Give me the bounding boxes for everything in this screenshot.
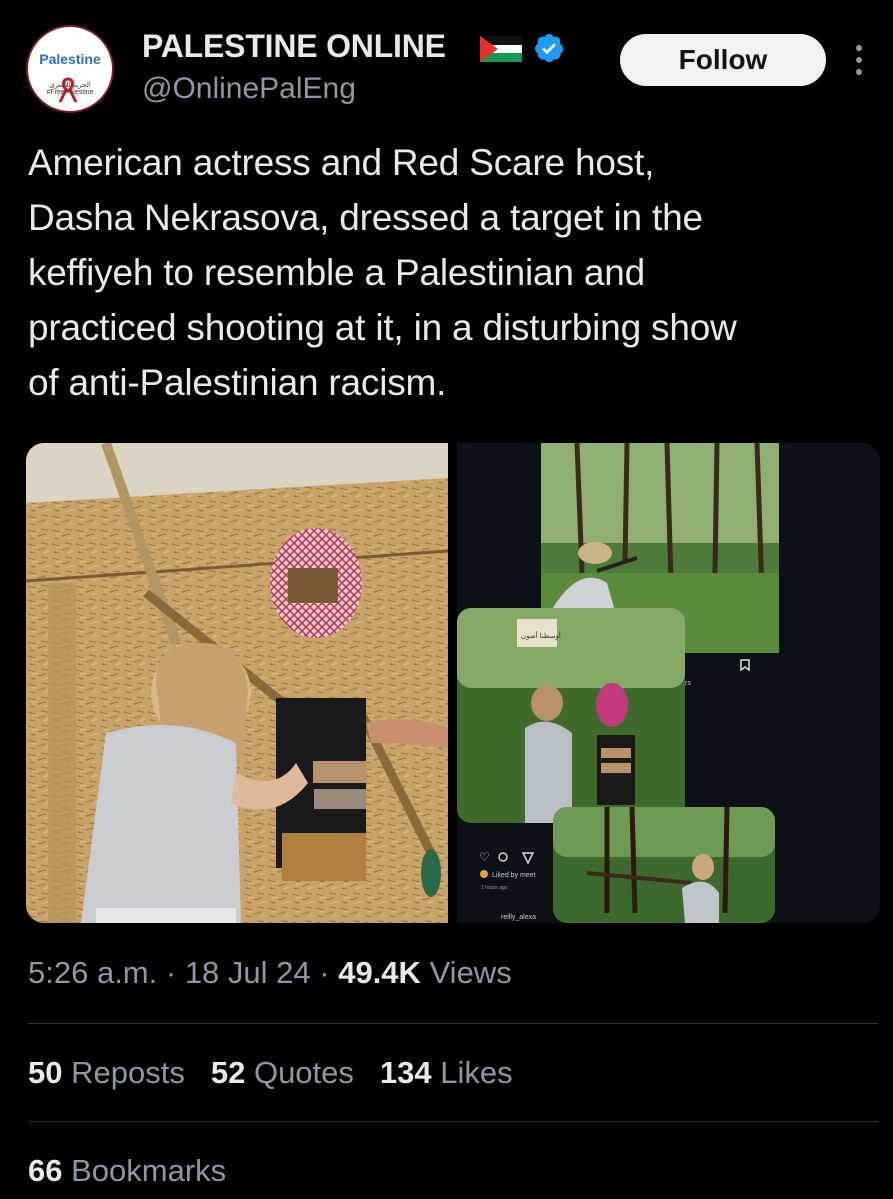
engagement-stats: 50 Reposts 52 Quotes 134 Likes xyxy=(28,1055,539,1091)
reposts-label: Reposts xyxy=(71,1055,185,1090)
quotes-stat[interactable]: 52 Quotes xyxy=(211,1055,354,1091)
bookmarks-label: Bookmarks xyxy=(71,1153,227,1188)
tweet-meta: 5:26 a.m. · 18 Jul 24 · 49.4K Views xyxy=(28,955,512,991)
avatar[interactable]: Palestine الحرية للأسرى #FreePalestine xyxy=(26,25,114,113)
bookmarks-stat[interactable]: 66 Bookmarks xyxy=(28,1153,226,1189)
avatar-subtext: الحرية للأسرى #FreePalestine xyxy=(46,82,94,96)
tweet-header: Palestine الحرية للأسرى #FreePalestine P… xyxy=(0,0,893,120)
more-options-icon[interactable] xyxy=(848,40,870,80)
divider xyxy=(28,1121,878,1122)
views-count: 49.4K xyxy=(338,955,421,990)
views-label: Views xyxy=(429,955,512,990)
ig-commenter: reilly_alexa xyxy=(501,914,536,921)
reposts-stat[interactable]: 50 Reposts xyxy=(28,1055,185,1091)
divider xyxy=(28,1023,878,1024)
palestine-flag-icon xyxy=(480,36,522,62)
likes-stat[interactable]: 134 Likes xyxy=(380,1055,513,1091)
ig-edge-text: rs xyxy=(685,680,691,687)
tweet-date[interactable]: 18 Jul 24 xyxy=(185,955,311,990)
quotes-count: 52 xyxy=(210,1055,246,1090)
bookmarks-count: 66 xyxy=(28,1153,63,1188)
avatar-logo-text: Palestine xyxy=(39,51,101,67)
media-grid: rs أوسطنا أصون ♡ Liked by meet 2 hours a… xyxy=(26,443,880,923)
tweet-text-line: American actress and Red Scare host, xyxy=(28,142,655,183)
tweet-text-line: practiced shooting at it, in a disturbin… xyxy=(28,307,737,348)
quotes-label: Quotes xyxy=(253,1055,354,1090)
tweet-time[interactable]: 5:26 a.m. xyxy=(28,955,157,990)
photo-target-practice[interactable] xyxy=(26,443,448,923)
meta-separator: · xyxy=(310,955,339,990)
photo-instagram-collage[interactable]: rs أوسطنا أصون ♡ Liked by meet 2 hours a… xyxy=(457,443,880,923)
reposts-count: 50 xyxy=(28,1055,63,1090)
likes-label: Likes xyxy=(440,1055,513,1090)
follow-button[interactable]: Follow xyxy=(620,34,826,86)
ig-time-ago: 2 hours ago xyxy=(481,885,508,891)
meta-separator: · xyxy=(157,955,185,990)
tweet-text-line: Dasha Nekrasova, dressed a target in the xyxy=(28,197,703,238)
tweet-text-line: of anti-Palestinian racism. xyxy=(28,362,447,403)
likes-count: 134 xyxy=(379,1055,432,1090)
handle[interactable]: @OnlinePalEng xyxy=(142,72,356,106)
ig-like-icon: ♡ xyxy=(479,850,490,864)
ig-liked-by: Liked by meet xyxy=(492,872,536,879)
tweet-text-line: keffiyeh to resemble a Palestinian and xyxy=(28,252,645,293)
tweet-text: American actress and Red Scare host, Das… xyxy=(28,135,883,410)
verified-badge-icon[interactable] xyxy=(533,32,565,64)
display-name[interactable]: PALESTINE ONLINE xyxy=(142,28,446,65)
